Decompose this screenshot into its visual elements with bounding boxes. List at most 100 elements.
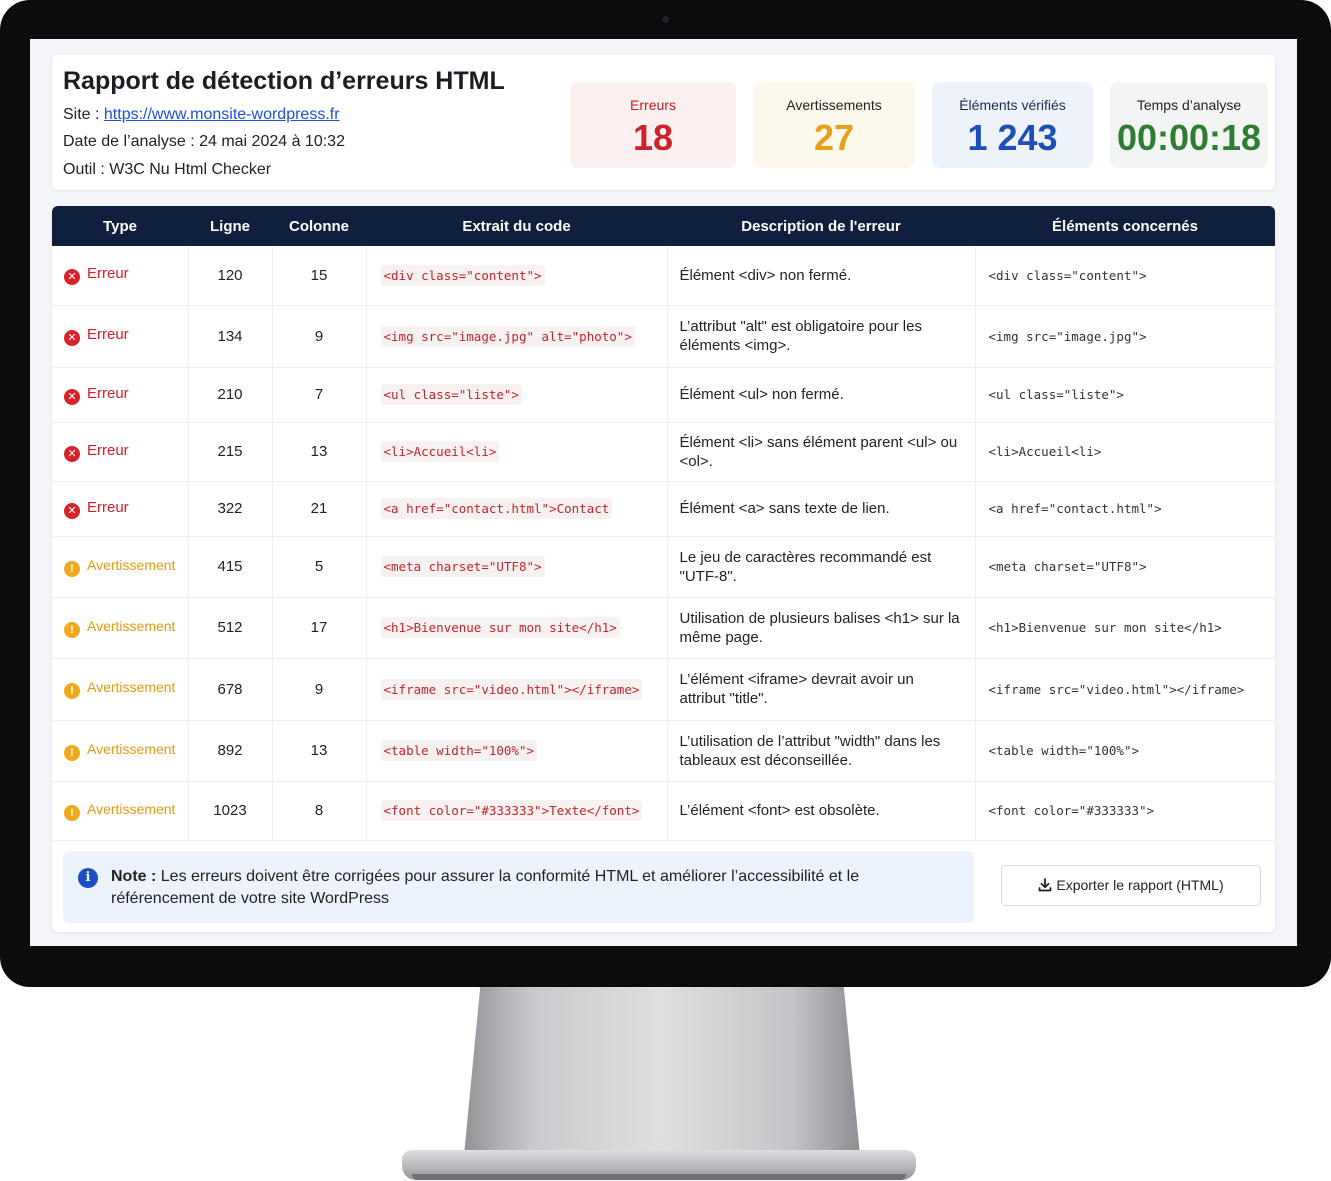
- stat-checked-value: 1 243: [967, 117, 1058, 158]
- code-snippet: <img src="image.jpg" alt="photo">: [380, 325, 635, 347]
- note-body: Les erreurs doivent être corrigées pour …: [111, 868, 860, 907]
- type-cell: ✕ Erreur: [52, 422, 189, 482]
- table-row[interactable]: ✕ Erreur 322 21 <a href="contact.html">Co…: [52, 481, 1275, 537]
- site-link[interactable]: https://www.monsite-wordpress.fr: [104, 106, 340, 123]
- column-header-elements[interactable]: Éléments concernés: [975, 206, 1275, 246]
- line-cell: 215: [188, 422, 273, 482]
- description-cell: Élément <a> sans texte de lien.: [667, 481, 976, 537]
- results-table: Type Ligne Colonne Extrait du code Descr…: [52, 206, 1275, 841]
- code-cell: <li>Accueil<li>: [366, 422, 668, 482]
- stat-checked-card: Éléments vérifiés 1 243: [932, 82, 1093, 168]
- type-label: Avertissement: [87, 617, 176, 634]
- x-circle-icon: ✕: [64, 502, 80, 519]
- tool-value: W3C Nu Html Checker: [109, 161, 272, 178]
- column-cell: 9: [272, 305, 367, 368]
- stat-errors-label: Erreurs: [630, 97, 676, 113]
- table-row[interactable]: ! Avertissement 512 17 <h1>Bienvenue sur …: [52, 597, 1275, 659]
- description-cell: L’élément <font> est obsolète.: [667, 781, 976, 841]
- code-cell: <ul class="liste">: [366, 367, 668, 423]
- table-row[interactable]: ✕ Erreur 134 9 <img src="image.jpg" alt="…: [52, 305, 1275, 368]
- elements-cell: <meta charset="UTF8">: [975, 536, 1275, 598]
- code-cell: <font color="#333333">Texte</font>: [366, 781, 668, 841]
- column-cell: 21: [272, 481, 367, 537]
- code-snippet: <meta charset="UTF8">: [380, 556, 545, 577]
- code-cell: <h1>Bienvenue sur mon site</h1>: [366, 597, 668, 659]
- exclamation-circle-icon: !: [64, 804, 80, 821]
- table-row[interactable]: ✕ Erreur 120 15 <div class="content"> Élé…: [52, 246, 1275, 306]
- type-label: Avertissement: [87, 740, 176, 757]
- site-line: Site : https://www.monsite-wordpress.fr: [63, 106, 340, 124]
- description-cell: Élément <ul> non fermé.: [667, 367, 976, 423]
- note-text: Note : Les erreurs doivent être corrigée…: [111, 866, 911, 910]
- column-cell: 13: [272, 720, 367, 782]
- code-cell: <div class="content">: [366, 246, 668, 306]
- type-label: Erreur: [87, 265, 129, 283]
- type-label: Erreur: [87, 498, 129, 516]
- code-snippet: <iframe src="video.html"></iframe>: [380, 678, 643, 700]
- column-header-line[interactable]: Ligne: [188, 206, 272, 246]
- column-cell: 9: [272, 658, 367, 721]
- note-box: i Note : Les erreurs doivent être corrig…: [63, 851, 974, 923]
- code-snippet: <li>Accueil<li>: [380, 441, 500, 462]
- type-cell: ! Avertissement: [52, 536, 189, 598]
- webcam: [662, 16, 669, 23]
- description-cell: Utilisation de plusieurs balises <h1> su…: [667, 597, 976, 659]
- tool-label: Outil :: [63, 161, 110, 178]
- monitor-bezel: Rapport de détection d’erreurs HTML Site…: [0, 0, 1331, 987]
- column-header-column[interactable]: Colonne: [272, 206, 366, 246]
- stat-time-value: 00:00:18: [1116, 117, 1262, 158]
- results-table-card: Type Ligne Colonne Extrait du code Descr…: [52, 206, 1275, 932]
- table-row[interactable]: ✕ Erreur 215 13 <li>Accueil<li> Élément <…: [52, 422, 1275, 482]
- elements-cell: <li>Accueil<li>: [975, 422, 1275, 482]
- x-circle-icon: ✕: [64, 445, 80, 462]
- results-table-body: ✕ Erreur 120 15 <div class="content"> Élé…: [52, 246, 1275, 841]
- code-snippet: <h1>Bienvenue sur mon site</h1>: [380, 617, 620, 638]
- monitor-stand-base-edge: [412, 1174, 906, 1180]
- stat-checked-label: Éléments vérifiés: [959, 97, 1066, 113]
- column-cell: 5: [272, 536, 367, 598]
- code-snippet: <div class="content">: [380, 264, 545, 286]
- page-title: Rapport de détection d’erreurs HTML: [63, 67, 505, 95]
- column-header-code[interactable]: Extrait du code: [366, 206, 667, 246]
- elements-cell: <a href="contact.html">: [975, 481, 1275, 537]
- exclamation-circle-icon: !: [64, 683, 80, 699]
- line-cell: 210: [188, 367, 273, 423]
- date-label: Date de l’analyse :: [63, 133, 200, 150]
- column-header-description[interactable]: Description de l'erreur: [667, 206, 975, 246]
- type-label: Avertissement: [87, 679, 176, 695]
- date-line: Date de l’analyse : 24 mai 2024 à 10:32: [63, 133, 345, 151]
- stat-errors-value: 18: [632, 117, 674, 158]
- elements-cell: <h1>Bienvenue sur mon site</h1>: [975, 597, 1275, 659]
- stat-warnings-card: Avertissements 27: [753, 82, 915, 168]
- table-row[interactable]: ! Avertissement 678 9 <iframe src="video.…: [52, 658, 1275, 721]
- line-cell: 678: [188, 658, 273, 721]
- table-row[interactable]: ! Avertissement 415 5 <meta charset="UTF8…: [52, 536, 1275, 598]
- line-cell: 512: [188, 597, 273, 659]
- monitor-stand-neck: [464, 987, 860, 1155]
- x-circle-icon: ✕: [64, 269, 80, 286]
- column-header-type[interactable]: Type: [52, 206, 188, 246]
- screen: Rapport de détection d’erreurs HTML Site…: [30, 39, 1297, 946]
- type-label: Avertissement: [87, 556, 176, 573]
- exclamation-circle-icon: !: [64, 560, 80, 577]
- description-cell: L’élément <iframe> devrait avoir un attr…: [667, 658, 976, 721]
- code-cell: <a href="contact.html">Contact: [366, 481, 668, 537]
- table-row[interactable]: ! Avertissement 1023 8 <font color="#3333…: [52, 781, 1275, 841]
- table-row[interactable]: ✕ Erreur 210 7 <ul class="liste"> Élément…: [52, 367, 1275, 423]
- x-circle-icon: ✕: [64, 388, 80, 405]
- exclamation-circle-icon: !: [64, 621, 80, 638]
- export-report-button[interactable]: Exporter le rapport (HTML): [1001, 865, 1261, 906]
- code-cell: <table width="100%">: [366, 720, 668, 782]
- report-header: Rapport de détection d’erreurs HTML Site…: [52, 55, 1275, 190]
- table-row[interactable]: ! Avertissement 892 13 <table width="100%…: [52, 720, 1275, 782]
- type-cell: ! Avertissement: [52, 720, 189, 782]
- site-label: Site :: [63, 106, 104, 123]
- description-cell: Élément <li> sans élément parent <ul> ou…: [667, 422, 976, 482]
- code-cell: <meta charset="UTF8">: [366, 536, 668, 598]
- elements-cell: <ul class="liste">: [975, 367, 1275, 423]
- type-label: Avertissement: [87, 800, 176, 817]
- description-cell: L’utilisation de l’attribut "width" dans…: [667, 720, 976, 782]
- code-snippet: <font color="#333333">Texte</font>: [380, 800, 643, 821]
- type-cell: ✕ Erreur: [52, 305, 189, 368]
- type-label: Erreur: [87, 441, 129, 459]
